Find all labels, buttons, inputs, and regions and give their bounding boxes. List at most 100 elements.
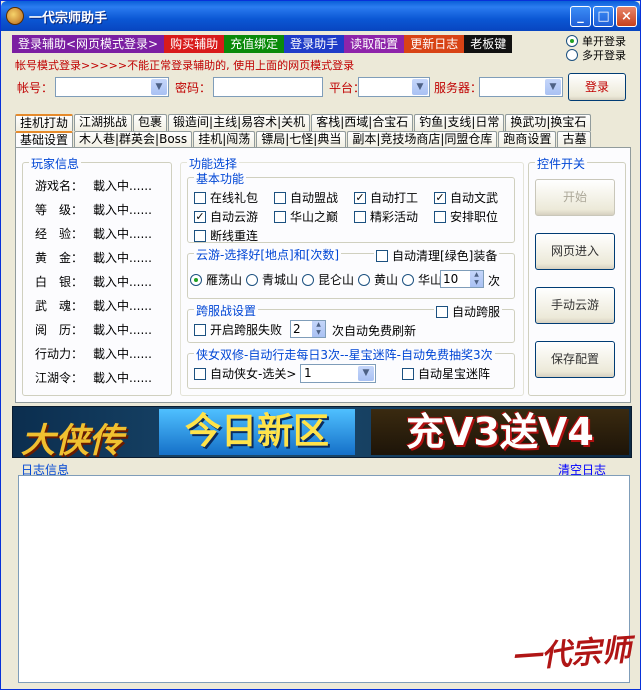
server-combo[interactable]: ▼	[479, 77, 563, 97]
menu-recharge[interactable]: 充值绑定	[224, 35, 285, 53]
chevron-down-icon[interactable]: ▼	[358, 366, 374, 381]
tab-fishing[interactable]: 钓鱼|支线|日常	[414, 114, 505, 131]
multi-login-radio[interactable]: 多开登录	[566, 48, 626, 62]
tab-forge[interactable]: 锻造间|主线|易容术|关机	[168, 114, 311, 131]
signature-logo: 一代宗师	[510, 632, 633, 677]
info-value: 載入中......	[93, 323, 152, 337]
chk-assign-position[interactable]: 安排职位	[434, 209, 498, 224]
radio-qingcheng[interactable]: 青城山	[246, 272, 298, 287]
tab-basic-settings[interactable]: 基础设置	[15, 131, 74, 148]
chk-auto-cross-server[interactable]: 自动跨服	[434, 304, 503, 319]
tab-wooden-man[interactable]: 木人巷|群英会|Boss	[74, 131, 193, 148]
cloud-count-stepper[interactable]: 10 ▲ ▼	[440, 270, 484, 288]
radio-huashan[interactable]: 华山	[402, 272, 442, 287]
spin-arrows-icon[interactable]: ▲ ▼	[470, 271, 483, 287]
tab-escort[interactable]: 镖局|七怪|典当	[256, 131, 347, 148]
cloud-travel-group: 云游-选择好[地点]和[次数] 自动清理[绿色]装备 雁荡山 青城山 昆仑山 黄…	[187, 246, 515, 299]
checkbox-box	[402, 367, 414, 380]
chk-reconnect[interactable]: 断线重连	[194, 228, 258, 243]
info-row-exp: 经 验： 載入中......	[35, 225, 152, 241]
login-button[interactable]: 登录	[568, 73, 626, 101]
single-login-radio[interactable]: 单开登录	[566, 34, 626, 48]
menu-read-config[interactable]: 读取配置	[344, 35, 405, 53]
minimize-button[interactable]: _	[570, 6, 591, 27]
radio-yandang[interactable]: 雁荡山	[190, 272, 242, 287]
radio-label: 青城山	[262, 273, 299, 287]
tab-inn[interactable]: 客栈|西域|合宝石	[311, 114, 414, 131]
chk-auto-cleanup-green[interactable]: 自动清理[绿色]装备	[374, 248, 500, 263]
web-enter-button[interactable]: 网页进入	[535, 233, 615, 270]
chk-auto-hero[interactable]: 自动侠女-选关>	[194, 366, 296, 381]
hero-level-combo[interactable]: 1 ▼	[300, 364, 376, 383]
chk-events[interactable]: 精彩活动	[354, 209, 418, 224]
chk-auto-guild-war[interactable]: 自动盟战	[274, 190, 338, 205]
info-value: 載入中......	[93, 179, 152, 193]
cloud-count-value: 10	[443, 272, 459, 286]
info-value: 載入中......	[93, 203, 152, 217]
server-label: 服务器：	[434, 81, 483, 95]
menu-buy[interactable]: 购买辅助	[164, 35, 225, 53]
tab-dungeon[interactable]: 副本|竞技场商店|同盟仓库	[347, 131, 498, 148]
tab-ancient-tomb[interactable]: 古墓	[557, 131, 592, 148]
chk-auto-wenwu[interactable]: ✓ 自动文武	[434, 190, 498, 205]
login-notice: 帐号模式登录>>>>>不能正常登录辅助的, 使用上面的网页模式登录	[15, 59, 355, 72]
basic-settings-panel: 玩家信息 游戏名： 載入中...... 等 级： 載入中...... 经 验： 載入中…	[15, 147, 631, 403]
password-label: 密码：	[175, 81, 212, 95]
tab-bag[interactable]: 包裹	[133, 114, 168, 131]
chevron-down-icon[interactable]: ▼	[545, 79, 561, 95]
chk-huashan-peak[interactable]: 华山之巅	[274, 209, 338, 224]
chk-online-gift[interactable]: 在线礼包	[194, 190, 258, 205]
account-combo[interactable]: ▼	[55, 77, 169, 97]
manual-cloud-button[interactable]: 手动云游	[535, 287, 615, 324]
chevron-down-icon[interactable]: ▼	[412, 79, 428, 95]
cloud-count-unit: 次	[488, 274, 501, 288]
info-value: 載入中......	[93, 299, 152, 313]
maximize-icon: □	[597, 9, 610, 24]
info-row-level: 等 级： 載入中......	[35, 201, 152, 217]
tabs-row-1: 挂机打劫 江湖挑战 包裹 锻造间|主线|易容术|关机 客栈|西域|合宝石 钓鱼|…	[15, 114, 592, 131]
radio-indicator	[358, 273, 370, 286]
close-button[interactable]: ×	[616, 6, 637, 27]
password-input[interactable]	[213, 77, 323, 97]
checkbox-box	[354, 210, 366, 223]
title-bar[interactable]: 一代宗师助手 _ □ ×	[1, 1, 640, 31]
start-button[interactable]: 开始	[535, 179, 615, 216]
multi-login-label: 多开登录	[582, 49, 626, 62]
tab-jianghu-challenge[interactable]: 江湖挑战	[74, 114, 133, 131]
maximize-button[interactable]: □	[593, 6, 614, 27]
ad-banner[interactable]: 大侠传 今日新区 充V3送V4	[12, 406, 632, 458]
chk-auto-star-maze[interactable]: 自动星宝迷阵	[402, 366, 490, 381]
chk-cross-fail-refresh[interactable]: 开启跨服失败	[194, 322, 282, 337]
radio-label: 雁荡山	[206, 273, 243, 287]
checkbox-box	[274, 210, 286, 223]
minimize-icon: _	[577, 9, 584, 24]
cross-fail-stepper[interactable]: 2 ▲ ▼	[290, 320, 326, 338]
chk-label: 自动侠女-选关>	[210, 367, 297, 381]
radio-huangshan[interactable]: 黄山	[358, 272, 398, 287]
chk-label: 在线礼包	[210, 191, 259, 205]
menu-boss-key[interactable]: 老板键	[464, 35, 513, 53]
platform-combo[interactable]: ▼	[358, 77, 430, 97]
tab-afk-adventure[interactable]: 挂机|闯荡	[193, 131, 256, 148]
chevron-down-icon[interactable]: ▼	[151, 79, 167, 95]
window-title: 一代宗师助手	[29, 10, 108, 25]
menu-login-helper[interactable]: 登录助手	[284, 35, 345, 53]
spin-arrows-icon[interactable]: ▲ ▼	[312, 321, 325, 337]
tab-trade-settings[interactable]: 跑商设置	[498, 131, 557, 148]
checkbox-box	[194, 323, 206, 336]
info-key: 江湖令：	[35, 371, 84, 385]
tab-afk-robbery[interactable]: 挂机打劫	[15, 114, 74, 131]
menu-login-web[interactable]: 登录辅助<网页模式登录>	[12, 35, 165, 53]
menu-update-log[interactable]: 更新日志	[404, 35, 465, 53]
radio-kunlun[interactable]: 昆仑山	[302, 272, 354, 287]
save-config-button[interactable]: 保存配置	[535, 341, 615, 378]
cross-fail-suffix: 次自动免费刷新	[332, 324, 417, 338]
chk-label: 自动清理[绿色]装备	[392, 249, 498, 263]
info-value: 載入中......	[93, 227, 152, 241]
radio-indicator	[566, 49, 578, 61]
banner-game-name: 大侠传	[21, 421, 123, 458]
chk-auto-cloud-travel[interactable]: ✓ 自动云游	[194, 209, 258, 224]
radio-label: 黄山	[374, 273, 399, 287]
tab-change-skill[interactable]: 换武功|换宝石	[505, 114, 592, 131]
chk-auto-work[interactable]: ✓ 自动打工	[354, 190, 418, 205]
